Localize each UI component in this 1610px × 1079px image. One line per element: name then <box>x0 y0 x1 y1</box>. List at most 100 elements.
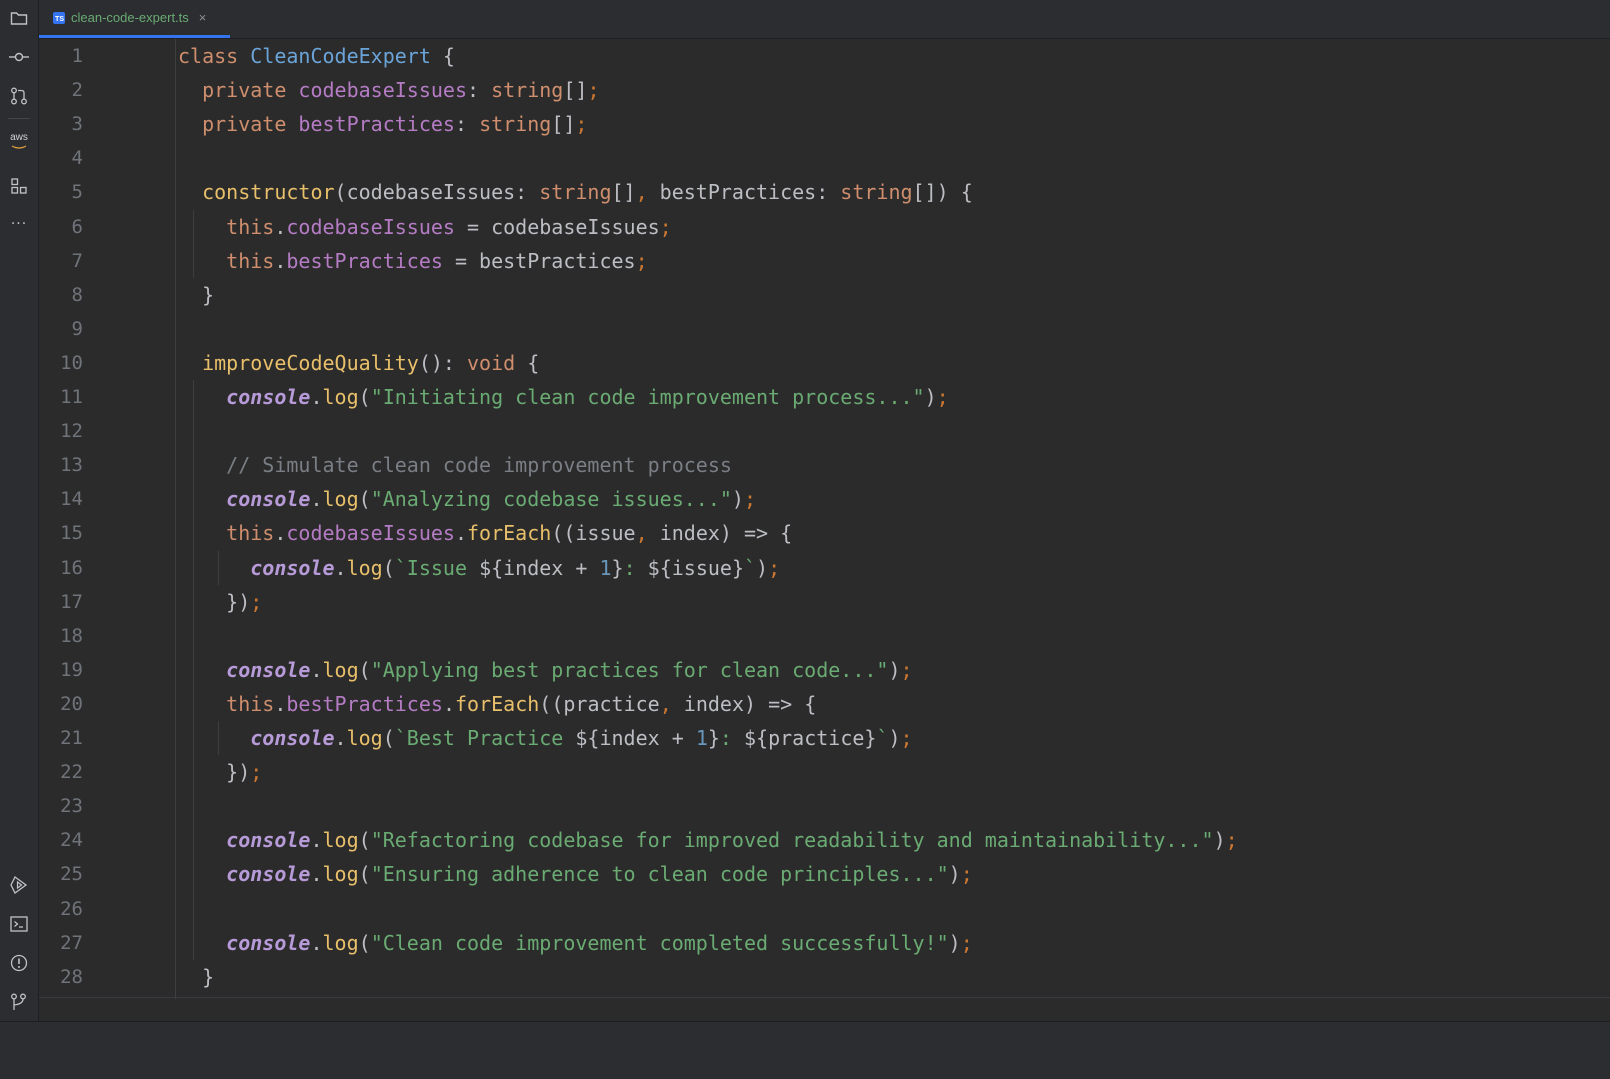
code-token: ) <box>948 930 961 955</box>
code-line[interactable]: console.log("Applying best practices for… <box>178 653 912 687</box>
code-token: . <box>274 214 287 239</box>
code-line[interactable]: console.log(`Issue ${index + 1}: ${issue… <box>178 551 780 585</box>
code-line[interactable]: console.log("Initiating clean code impro… <box>178 380 949 414</box>
line-number: 10 <box>60 351 83 374</box>
run-icon[interactable] <box>7 873 31 897</box>
terminal-icon[interactable] <box>7 912 31 936</box>
code-line[interactable]: console.log("Refactoring codebase for im… <box>178 823 1237 857</box>
line-number: 25 <box>60 863 83 886</box>
code-token: ; <box>587 78 600 103</box>
git-branch-icon[interactable] <box>7 990 31 1014</box>
code-token: . <box>274 248 287 273</box>
code-token: . <box>310 385 323 409</box>
code-token: . <box>334 726 347 750</box>
code-token: ; <box>635 248 648 273</box>
code-token: ; <box>936 385 949 409</box>
code-line[interactable]: this.bestPractices = bestPractices; <box>178 244 648 278</box>
code-token: console <box>250 726 335 750</box>
code-line[interactable]: constructor(codebaseIssues: string[], be… <box>178 175 973 209</box>
line-number: 28 <box>60 965 83 988</box>
code-line[interactable]: console.log("Clean code improvement comp… <box>178 926 973 960</box>
code-token: console <box>250 555 335 580</box>
code-line[interactable]: } <box>178 278 214 312</box>
code-line[interactable]: private bestPractices: string[]; <box>178 107 587 141</box>
code-token: [] <box>563 78 588 103</box>
code-line[interactable]: }); <box>178 755 262 789</box>
code-token: . <box>442 691 455 716</box>
code-token: ( <box>382 555 395 580</box>
line-number: 26 <box>60 897 83 920</box>
code-token: "Clean code improvement completed succes… <box>370 930 949 955</box>
code-line[interactable]: console.log("Analyzing codebase issues..… <box>178 482 756 516</box>
code-token: . <box>274 521 287 546</box>
code-token: console <box>226 930 311 955</box>
structure-icon[interactable] <box>7 174 31 198</box>
code-token: . <box>310 487 323 512</box>
code-token: log <box>322 385 359 409</box>
more-tools-icon[interactable]: ··· <box>7 212 31 236</box>
code-line[interactable]: improveCodeQuality(): void { <box>178 346 539 380</box>
line-number: 21 <box>60 727 83 749</box>
code-token: . <box>310 657 323 682</box>
indent-guide <box>218 550 220 585</box>
code-token: ; <box>960 862 973 887</box>
code-token: bestPractices: <box>647 180 841 205</box>
code-token: ; <box>659 214 672 239</box>
code-line[interactable]: }); <box>178 585 262 619</box>
close-icon[interactable]: × <box>199 10 207 25</box>
code-token: console <box>226 487 311 512</box>
code-token: : <box>623 555 648 580</box>
pull-request-icon[interactable] <box>7 84 31 108</box>
aws-icon[interactable]: aws <box>7 131 31 155</box>
code-token: ( <box>358 930 371 955</box>
code-token: . <box>454 521 468 546</box>
code-token: class <box>178 44 251 68</box>
code-line[interactable]: console.log(`Best Practice ${index + 1}:… <box>178 721 912 755</box>
code-token: [] <box>611 180 636 205</box>
code-line[interactable]: this.codebaseIssues.forEach((issue, inde… <box>178 516 792 550</box>
code-token: improveCodeQuality <box>202 350 419 375</box>
code-token: ${practice} <box>744 726 877 750</box>
code-line[interactable]: } <box>178 960 214 994</box>
code-token: "Initiating clean code improvement proce… <box>370 385 925 409</box>
code-line[interactable]: class CleanCodeExpert { <box>178 39 455 73</box>
line-number-gutter: 1 2 3 4 5 6 7 8 9 10 11 12 13 14 15 16 17 18 19 20 21 22 23 24 2… <box>39 39 135 999</box>
code-token: } <box>611 555 624 580</box>
code-token: . <box>310 862 323 887</box>
code-token: ) <box>924 385 937 409</box>
line-number: 20 <box>60 692 83 715</box>
code-token: log <box>322 930 359 955</box>
code-token: ) <box>888 657 901 682</box>
line-number: 22 <box>60 761 83 784</box>
code-editor[interactable]: 1 2 3 4 5 6 7 8 9 10 11 12 13 14 15 16 17 18 19 20 21 22 23 24 2… <box>39 39 1610 1021</box>
line-number: 7 <box>71 249 83 272</box>
line-number: 23 <box>60 795 83 818</box>
code-token: (codebaseIssues: <box>334 180 540 205</box>
code-token: bestPractices <box>286 691 443 716</box>
code-line[interactable]: private codebaseIssues: string[]; <box>178 73 599 107</box>
code-line[interactable]: this.bestPractices.forEach((practice, in… <box>178 687 816 721</box>
code-token: }) <box>178 760 251 785</box>
line-number: 15 <box>60 522 83 545</box>
code-token: []) { <box>912 180 973 205</box>
code-line[interactable]: // Simulate clean code improvement proce… <box>178 448 732 482</box>
tab-clean-code-expert[interactable]: TS clean-code-expert.ts × <box>39 0 230 38</box>
code-line[interactable]: this.codebaseIssues = codebaseIssues; <box>178 210 672 244</box>
commit-icon[interactable] <box>7 45 31 69</box>
code-token: log <box>322 828 359 853</box>
code-token: ; <box>575 112 588 137</box>
code-line[interactable]: console.log("Ensuring adherence to clean… <box>178 857 973 891</box>
line-number: 8 <box>71 283 83 306</box>
line-number: 18 <box>60 624 83 647</box>
code-token: this <box>226 691 275 716</box>
folder-icon[interactable] <box>7 6 31 30</box>
problems-icon[interactable] <box>7 951 31 975</box>
code-token: ) <box>888 726 901 750</box>
